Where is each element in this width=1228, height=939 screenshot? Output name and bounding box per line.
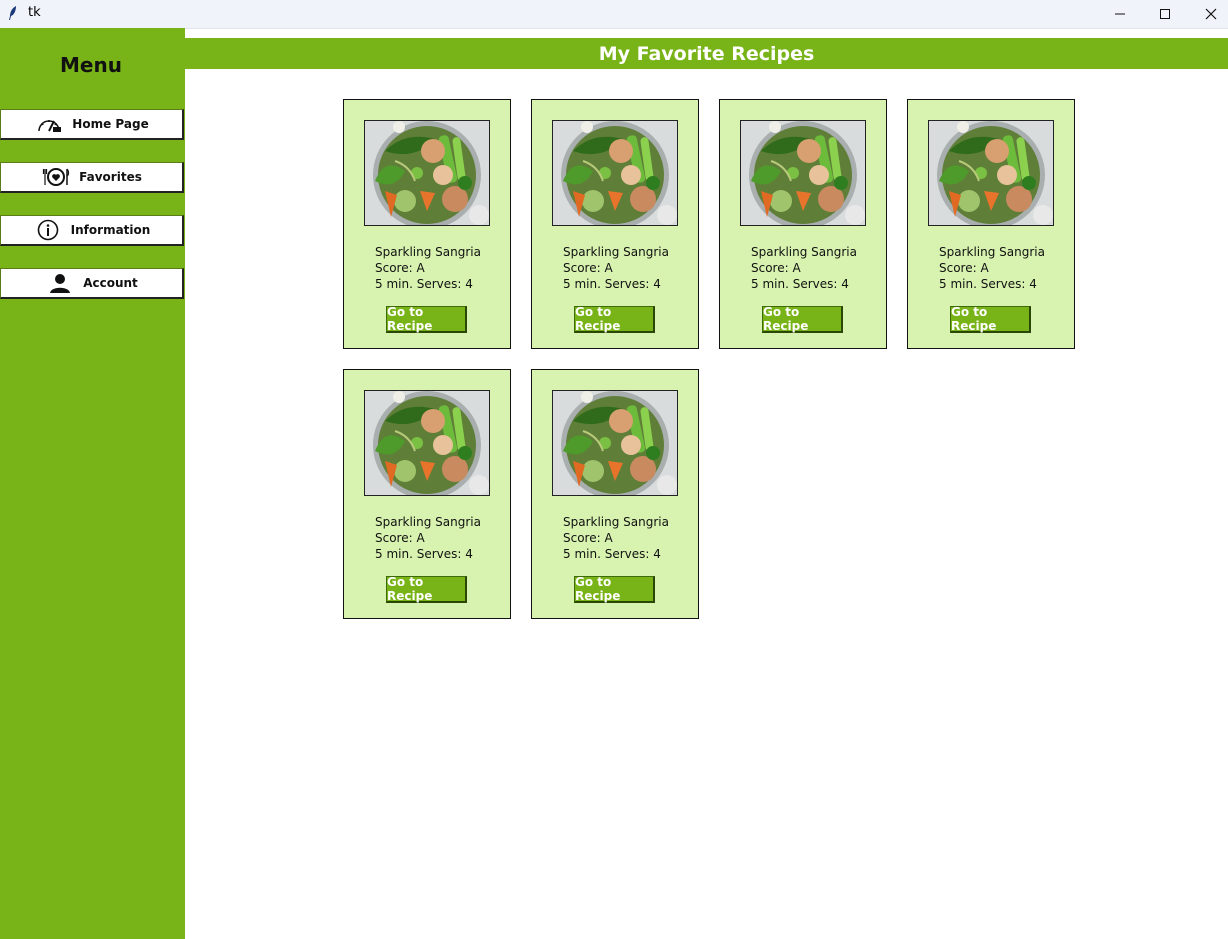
maximize-button[interactable]: [1142, 0, 1188, 28]
go-to-recipe-button[interactable]: Go to Recipe: [386, 305, 467, 333]
sidebar-item-label: Home Page: [72, 117, 149, 131]
go-to-recipe-button[interactable]: Go to Recipe: [574, 575, 655, 603]
recipe-name: Sparkling Sangria: [375, 515, 481, 529]
maximize-icon: [1160, 9, 1170, 19]
recipe-score: Score: A: [939, 261, 989, 275]
sidebar-item-label: Favorites: [79, 170, 142, 184]
recipe-card: Sparkling Sangria Score: A 5 min. Serves: …: [907, 99, 1075, 349]
sidebar: Menu Home Page Favorites Information Acc…: [0, 28, 185, 939]
recipe-score: Score: A: [375, 261, 425, 275]
recipe-meta: 5 min. Serves: 4: [375, 547, 473, 561]
recipe-meta: 5 min. Serves: 4: [563, 547, 661, 561]
minimize-button[interactable]: [1097, 0, 1143, 28]
page-header: My Favorite Recipes: [185, 38, 1228, 69]
go-to-recipe-button[interactable]: Go to Recipe: [762, 305, 843, 333]
recipe-meta: 5 min. Serves: 4: [563, 277, 661, 291]
recipe-card: Sparkling Sangria Score: A 5 min. Serves: …: [719, 99, 887, 349]
recipe-score: Score: A: [375, 531, 425, 545]
window-title: tk: [28, 5, 41, 20]
recipe-name: Sparkling Sangria: [939, 245, 1045, 259]
sidebar-item-information[interactable]: Information: [0, 215, 184, 246]
recipe-score: Score: A: [751, 261, 801, 275]
page-title: My Favorite Recipes: [598, 42, 815, 65]
close-icon: [1205, 8, 1217, 20]
sidebar-item-label: Information: [70, 223, 151, 237]
menu-title: Menu: [60, 53, 122, 77]
recipe-card: Sparkling Sangria Score: A 5 min. Serves: …: [531, 99, 699, 349]
minimize-icon: [1115, 13, 1125, 15]
go-to-recipe-button[interactable]: Go to Recipe: [950, 305, 1031, 333]
recipe-image: [552, 120, 678, 226]
sidebar-item-favorites[interactable]: Favorites: [0, 162, 184, 193]
feather-icon: [9, 6, 16, 20]
recipe-meta: 5 min. Serves: 4: [939, 277, 1037, 291]
recipe-name: Sparkling Sangria: [563, 245, 669, 259]
recipe-card: Sparkling Sangria Score: A 5 min. Serves: …: [343, 99, 511, 349]
window-titlebar: tk: [0, 0, 1228, 29]
recipe-image: [364, 120, 490, 226]
close-button[interactable]: [1188, 0, 1228, 28]
go-to-recipe-button[interactable]: Go to Recipe: [386, 575, 467, 603]
sidebar-item-home[interactable]: Home Page: [0, 109, 184, 140]
recipe-name: Sparkling Sangria: [375, 245, 481, 259]
go-to-recipe-button[interactable]: Go to Recipe: [574, 305, 655, 333]
user-icon: [45, 271, 75, 295]
recipe-score: Score: A: [563, 531, 613, 545]
speedometer-icon: [34, 112, 64, 136]
recipe-score: Score: A: [563, 261, 613, 275]
recipe-name: Sparkling Sangria: [751, 245, 857, 259]
sidebar-item-account[interactable]: Account: [0, 268, 184, 299]
recipe-name: Sparkling Sangria: [563, 515, 669, 529]
recipe-image: [364, 390, 490, 496]
recipe-meta: 5 min. Serves: 4: [375, 277, 473, 291]
info-icon: [33, 218, 63, 242]
sidebar-item-label: Account: [83, 276, 138, 290]
recipe-image: [928, 120, 1054, 226]
recipe-image: [740, 120, 866, 226]
recipe-card: Sparkling Sangria Score: A 5 min. Serves: …: [531, 369, 699, 619]
dinner-plate-heart-icon: [41, 165, 71, 189]
recipe-image: [552, 390, 678, 496]
recipe-card: Sparkling Sangria Score: A 5 min. Serves: …: [343, 369, 511, 619]
recipe-meta: 5 min. Serves: 4: [751, 277, 849, 291]
